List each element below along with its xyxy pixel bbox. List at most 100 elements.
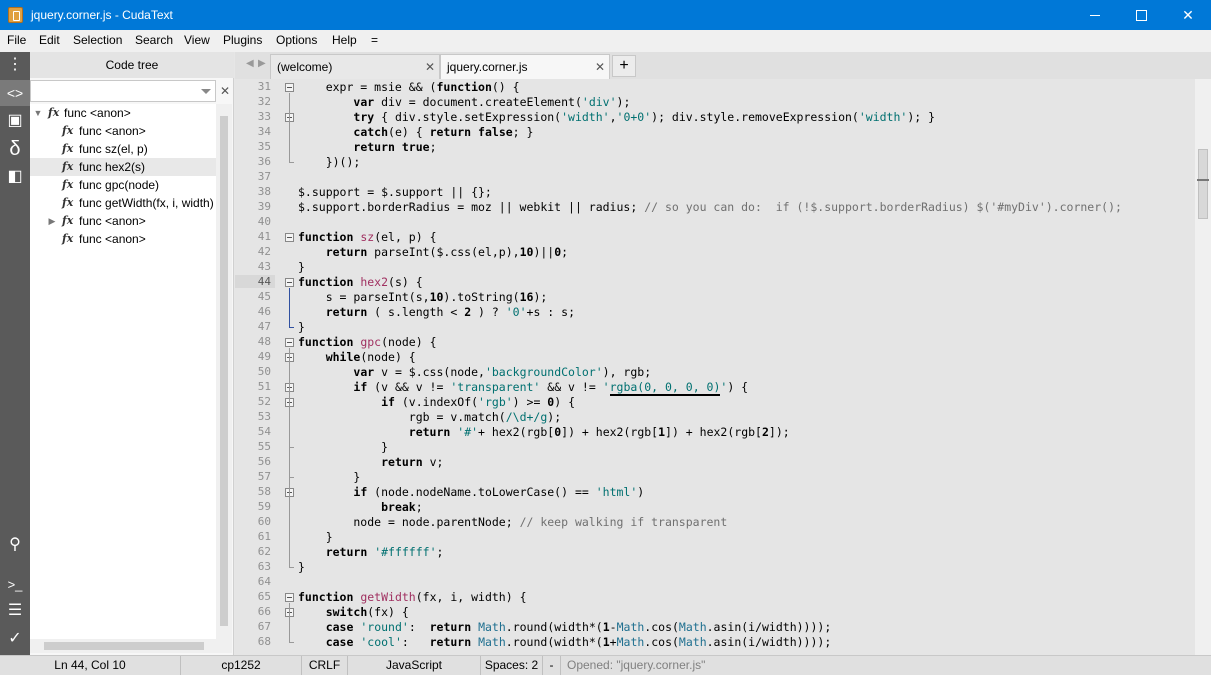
code-line: return '#'+ hex2(rgb[0]) + hex2(rgb[1]) … — [408, 425, 790, 439]
tab-scroll-left-icon[interactable]: ◀ — [246, 58, 254, 69]
code-line: try { div.style.setExpression('width','0… — [353, 110, 936, 124]
code-line: expr = msie && (function() { — [298, 80, 520, 94]
fold-toggle-icon[interactable] — [285, 233, 294, 242]
code-line: return v; — [381, 455, 444, 469]
menu-search[interactable]: Search — [135, 33, 173, 47]
code-line: } — [298, 530, 333, 544]
function-icon: fx — [62, 160, 74, 173]
fold-end-mark — [289, 327, 294, 328]
tab-welcome[interactable]: (welcome) ✕ — [270, 54, 440, 79]
tree-item[interactable]: fx func <anon> — [30, 230, 216, 248]
chevron-down-icon[interactable] — [201, 89, 211, 94]
project-box-icon[interactable]: ▣ — [0, 108, 30, 134]
status-indent[interactable]: Spaces: 2 — [481, 656, 543, 675]
scrollbar-thumb[interactable] — [44, 642, 204, 650]
line-number-gutter: 31 32 33 34 35 36 37 38 39 40 41 42 43 44 45 46 47 48 49 50… — [235, 79, 297, 655]
code-tree-icon[interactable]: <> — [0, 80, 30, 106]
fold-toggle-icon[interactable] — [285, 278, 294, 287]
menu-more[interactable]: = — [371, 33, 378, 47]
tree-item-label: func <anon> — [79, 124, 146, 138]
tree-item[interactable]: fx func getWidth(fx, i, width) — [30, 194, 216, 212]
code-line: $.support = $.support || {}; — [298, 185, 492, 199]
window-title: jquery.corner.js - CudaText — [31, 8, 173, 22]
fold-end-mark — [289, 447, 294, 448]
close-icon[interactable]: ✕ — [425, 55, 435, 79]
line-number: 44 — [235, 275, 275, 288]
code-line: rgb = v.match(/\d+/g); — [298, 410, 562, 424]
tree-item-label: func hex2(s) — [79, 160, 146, 174]
panel-title: Code tree — [30, 52, 234, 78]
output-list-icon[interactable]: ☰ — [0, 598, 30, 624]
tree-horizontal-scrollbar[interactable] — [30, 639, 232, 653]
delta-snippets-icon[interactable]: δ — [0, 136, 30, 162]
sidebar-menu-icon[interactable]: ⋮ — [0, 52, 30, 78]
fold-toggle-icon[interactable] — [285, 83, 294, 92]
console-icon[interactable]: >_ — [0, 572, 30, 598]
menu-options[interactable]: Options — [276, 33, 317, 47]
expand-arrow-icon[interactable]: ▶ — [47, 212, 57, 230]
code-editor[interactable]: 31 32 33 34 35 36 37 38 39 40 41 42 43 44 45 46 47 48 49 50… — [235, 79, 1195, 655]
menu-bar: File Edit Selection Search View Plugins … — [0, 30, 1211, 52]
fold-toggle-icon[interactable] — [285, 593, 294, 602]
code-line: function getWidth(fx, i, width) { — [298, 590, 527, 604]
add-tab-button[interactable]: + — [612, 55, 636, 77]
code-line: return ( s.length < 2 ) ? '0'+s : s; — [325, 305, 575, 319]
code-tree-list: ▼ fx func <anon> fx func <anon> fx func … — [30, 104, 216, 639]
editor-vertical-scrollbar[interactable] — [1195, 79, 1211, 655]
line-number: 61 — [257, 530, 271, 543]
code-line: case 'cool': return Math.round(width*(1+… — [325, 635, 832, 649]
menu-edit[interactable]: Edit — [39, 33, 60, 47]
line-number: 40 — [257, 215, 271, 228]
status-encoding[interactable]: cp1252 — [181, 656, 302, 675]
maximize-button[interactable] — [1118, 0, 1164, 30]
menu-help[interactable]: Help — [332, 33, 357, 47]
code-line: var v = $.css(node,'backgroundColor'), r… — [353, 365, 652, 379]
close-icon[interactable]: ✕ — [595, 55, 605, 79]
tabs-panel-icon[interactable]: ◧ — [0, 164, 30, 190]
tree-item-label: func getWidth(fx, i, width) — [79, 196, 214, 210]
line-number: 66 — [257, 605, 271, 618]
close-window-button[interactable]: ✕ — [1165, 0, 1211, 30]
code-line: return parseInt($.css(el,p),10)||0; — [325, 245, 569, 259]
search-icon[interactable]: ⚲ — [0, 532, 30, 558]
tree-item[interactable]: fx func sz(el, p) — [30, 140, 216, 158]
tree-item[interactable]: fx func hex2(s) — [30, 158, 216, 176]
tree-filter-input[interactable] — [30, 80, 216, 102]
collapse-arrow-icon[interactable]: ▼ — [33, 104, 43, 122]
status-line-ending[interactable]: CRLF — [302, 656, 348, 675]
status-position[interactable]: Ln 44, Col 10 — [0, 656, 181, 675]
scrollbar-thumb[interactable] — [1198, 149, 1208, 219]
tab-jquery-corner[interactable]: jquery.corner.js ✕ — [440, 54, 610, 79]
menu-selection[interactable]: Selection — [73, 33, 122, 47]
menu-plugins[interactable]: Plugins — [223, 33, 262, 47]
clear-filter-button[interactable]: ✕ — [218, 80, 232, 102]
line-number: 50 — [257, 365, 271, 378]
line-number: 58 — [257, 485, 271, 498]
line-number: 38 — [257, 185, 271, 198]
line-number: 55 — [257, 440, 271, 453]
tree-item[interactable]: fx func <anon> — [30, 122, 216, 140]
line-number: 54 — [257, 425, 271, 438]
tree-item[interactable]: ▼ fx func <anon> — [30, 104, 216, 122]
side-toolbar: ⋮ <> ▣ δ ◧ ⚲ >_ ☰ ✓ — [0, 52, 30, 655]
tree-item-label: func <anon> — [64, 106, 131, 120]
status-lexer[interactable]: JavaScript — [348, 656, 481, 675]
menu-file[interactable]: File — [7, 33, 26, 47]
validate-check-icon[interactable]: ✓ — [0, 626, 30, 652]
fold-guide — [289, 288, 290, 327]
fold-end-mark — [289, 567, 294, 568]
tree-vertical-scrollbar[interactable] — [216, 104, 232, 639]
code-tree-panel: Code tree ✕ ▼ fx func <anon> fx func <an… — [30, 52, 234, 655]
scrollbar-thumb[interactable] — [220, 116, 228, 626]
fold-toggle-icon[interactable] — [285, 338, 294, 347]
tree-item[interactable]: ▶ fx func <anon> — [30, 212, 216, 230]
menu-view[interactable]: View — [184, 33, 210, 47]
line-number: 39 — [257, 200, 271, 213]
minimize-button[interactable] — [1072, 0, 1118, 30]
line-number: 67 — [257, 620, 271, 633]
tab-scroll-right-icon[interactable]: ▶ — [258, 58, 266, 69]
tree-item[interactable]: fx func gpc(node) — [30, 176, 216, 194]
code-line: } — [298, 320, 305, 334]
function-icon: fx — [48, 106, 60, 119]
code-line: node = node.parentNode; // keep walking … — [298, 515, 728, 529]
